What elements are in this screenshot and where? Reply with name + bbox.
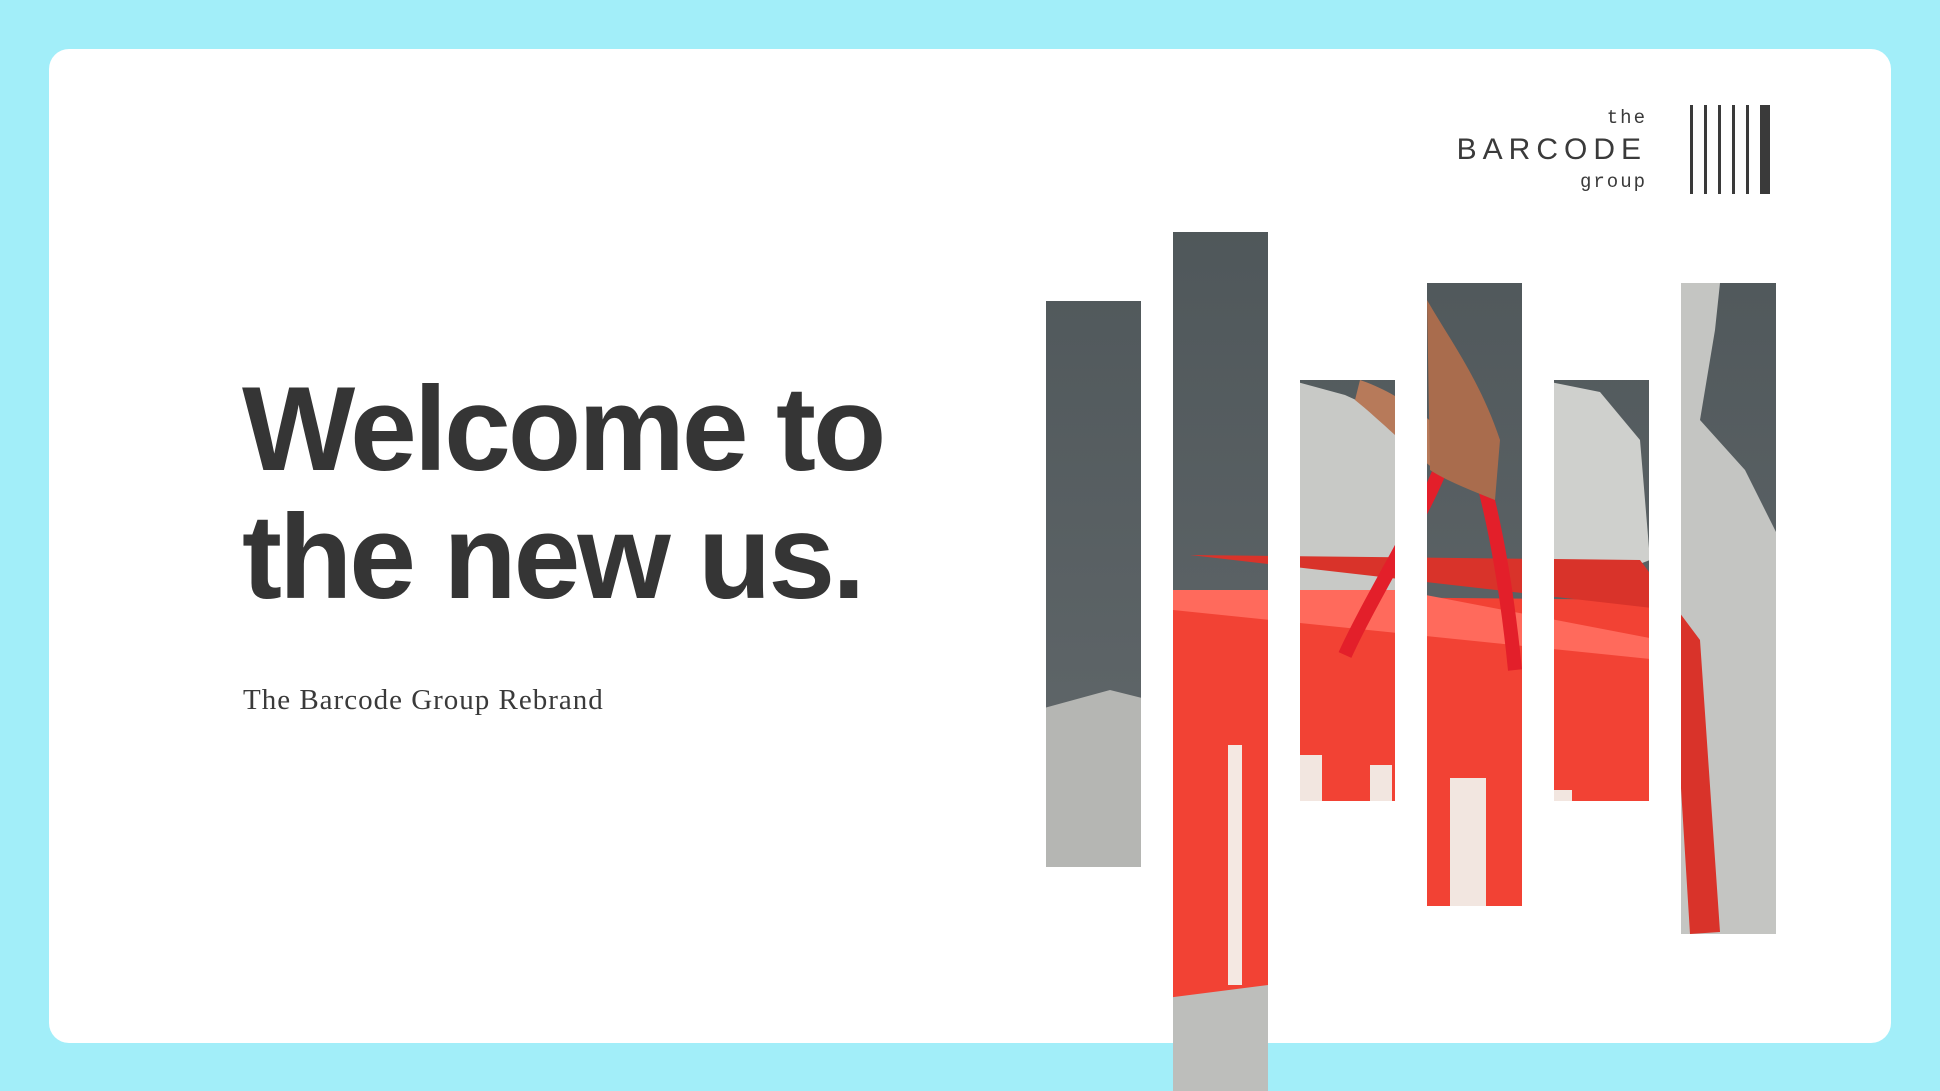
photo-content <box>1046 232 1776 1091</box>
shopping-bag-photo-strips <box>1046 232 1776 1091</box>
